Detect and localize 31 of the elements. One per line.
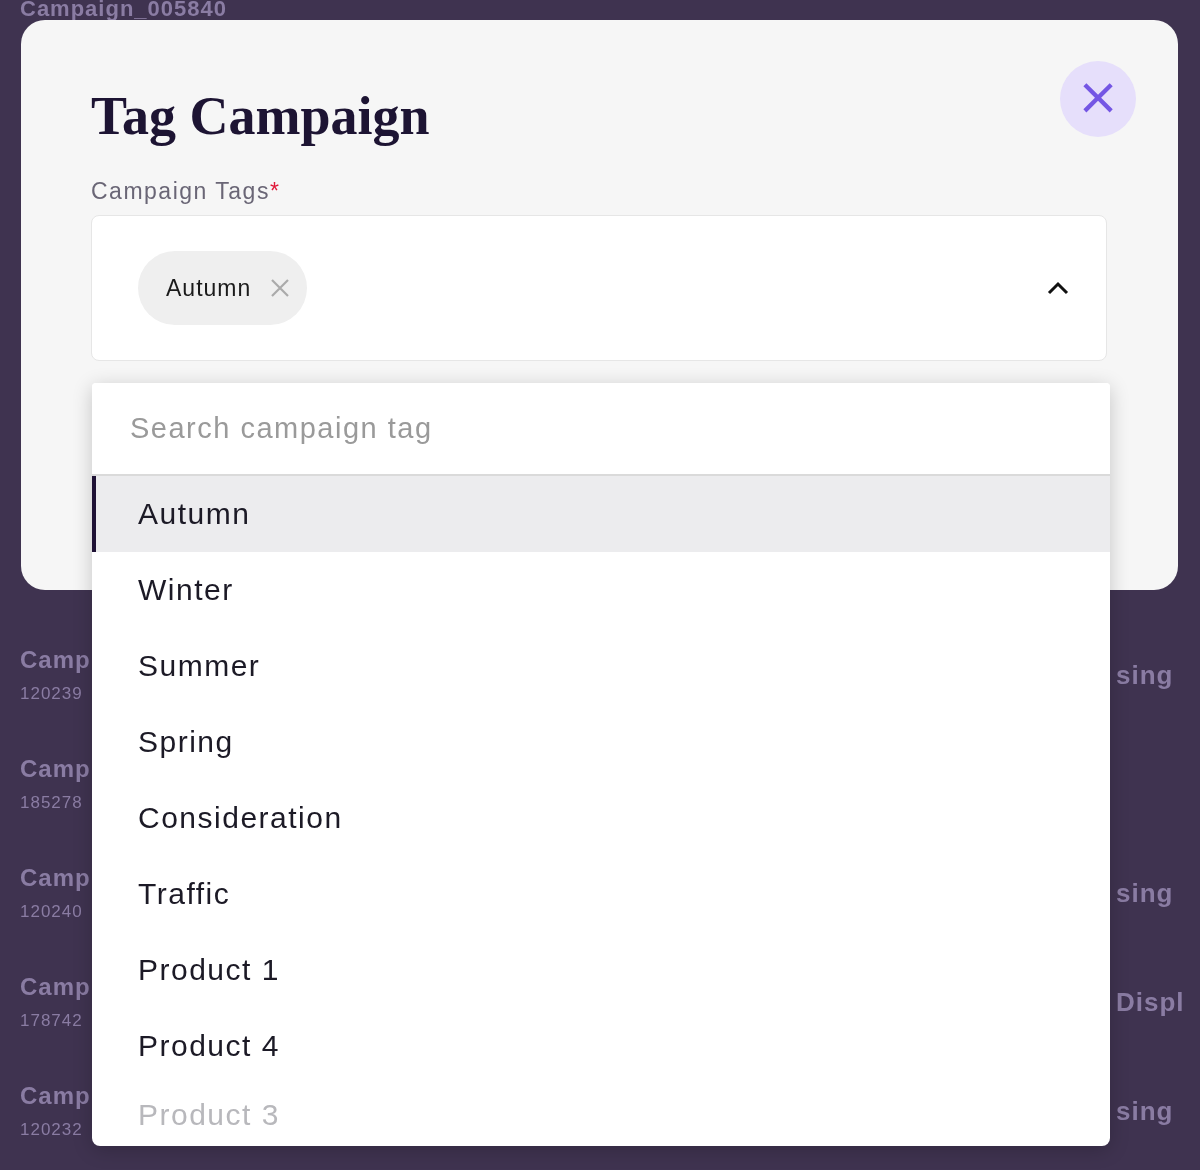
campaign-id: 120240: [20, 902, 83, 922]
dropdown-option[interactable]: Product 1: [92, 932, 1110, 1008]
required-mark: *: [269, 178, 281, 205]
campaign-name: Camp: [20, 1082, 91, 1110]
search-field[interactable]: Search campaign tag: [92, 383, 1110, 476]
campaign-channel: sing: [1116, 878, 1174, 909]
chevron-icon[interactable]: [1046, 280, 1070, 296]
campaign-channel: sing: [1116, 660, 1174, 691]
dropdown-option[interactable]: Traffic: [92, 856, 1110, 932]
dropdown-option[interactable]: Consideration: [92, 780, 1110, 856]
tag-label: Autumn: [166, 274, 252, 302]
campaign-channel: sing: [1116, 1096, 1174, 1127]
campaign-name: Camp: [20, 755, 91, 783]
dropdown-option[interactable]: Summer: [92, 628, 1110, 704]
campaign-id: 178742: [20, 1011, 83, 1031]
campaign-name: Campaign_005840: [20, 0, 228, 20]
dropdown-option[interactable]: Product 4: [92, 1008, 1110, 1084]
close-button[interactable]: ×: [1060, 61, 1136, 137]
campaign-id: 120239: [20, 684, 83, 704]
tag-select[interactable]: Autumn: [91, 215, 1107, 361]
dropdown-option[interactable]: Spring: [92, 704, 1110, 780]
campaign-name: Camp: [20, 973, 91, 1001]
dropdown-option[interactable]: Autumn: [92, 476, 1110, 552]
campaign-id: 120232: [20, 1120, 83, 1140]
campaign-channel: Displ: [1116, 987, 1185, 1018]
campaign-name: Camp: [20, 864, 91, 892]
campaign-name: Camp: [20, 646, 91, 674]
field-label: Campaign Tags: [91, 178, 270, 205]
dropdown-option[interactable]: Winter: [92, 552, 1110, 628]
campaign-id: 185278: [20, 793, 83, 813]
dialog-title: Tag Campaign: [91, 85, 430, 148]
